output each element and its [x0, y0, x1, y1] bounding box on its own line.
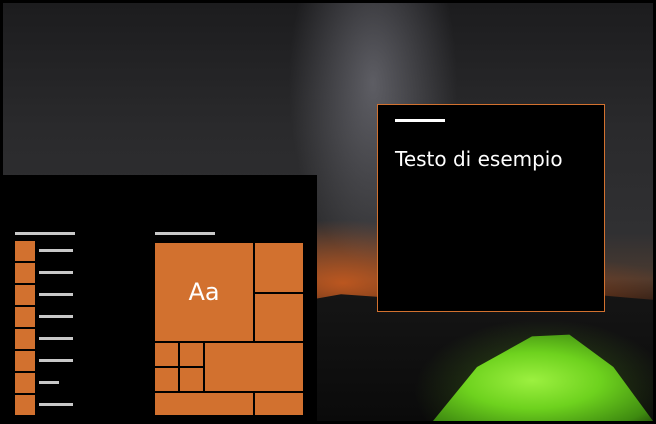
list-item [15, 241, 85, 261]
tile [255, 294, 303, 341]
app-label-line [39, 271, 73, 274]
list-item [15, 351, 85, 371]
app-label-line [39, 315, 73, 318]
tile [180, 368, 203, 391]
app-icon [15, 373, 35, 393]
app-icon [15, 395, 35, 415]
tile [155, 343, 178, 366]
start-menu-preview: Aa [3, 175, 317, 421]
app-label-line [39, 403, 73, 406]
tile [255, 243, 303, 292]
app-label-line [39, 359, 73, 362]
tiles-grid: Aa [155, 243, 303, 415]
list-item [15, 373, 85, 393]
app-icon [15, 241, 35, 261]
large-tile: Aa [155, 243, 253, 341]
sample-text: Testo di esempio [395, 147, 563, 171]
app-icon [15, 329, 35, 349]
list-item [15, 329, 85, 349]
app-icon [15, 263, 35, 283]
app-label-line [39, 293, 73, 296]
list-header-line [15, 232, 75, 235]
app-icon [15, 351, 35, 371]
tile [180, 343, 203, 366]
tile [155, 368, 178, 391]
tile-label: Aa [188, 278, 220, 306]
tile [205, 343, 303, 391]
title-accent-line [395, 119, 445, 122]
theme-preview: Aa Testo di esempio [0, 0, 656, 424]
app-icon [15, 285, 35, 305]
list-item [15, 285, 85, 305]
tiles-header-line [155, 232, 215, 235]
app-label-line [39, 249, 73, 252]
list-item [15, 395, 85, 415]
tile [155, 393, 253, 415]
tile [255, 393, 303, 415]
app-label-line [39, 381, 59, 384]
sample-text-window: Testo di esempio [377, 104, 605, 312]
app-icon [15, 307, 35, 327]
app-label-line [39, 337, 73, 340]
list-item [15, 263, 85, 283]
list-item [15, 307, 85, 327]
